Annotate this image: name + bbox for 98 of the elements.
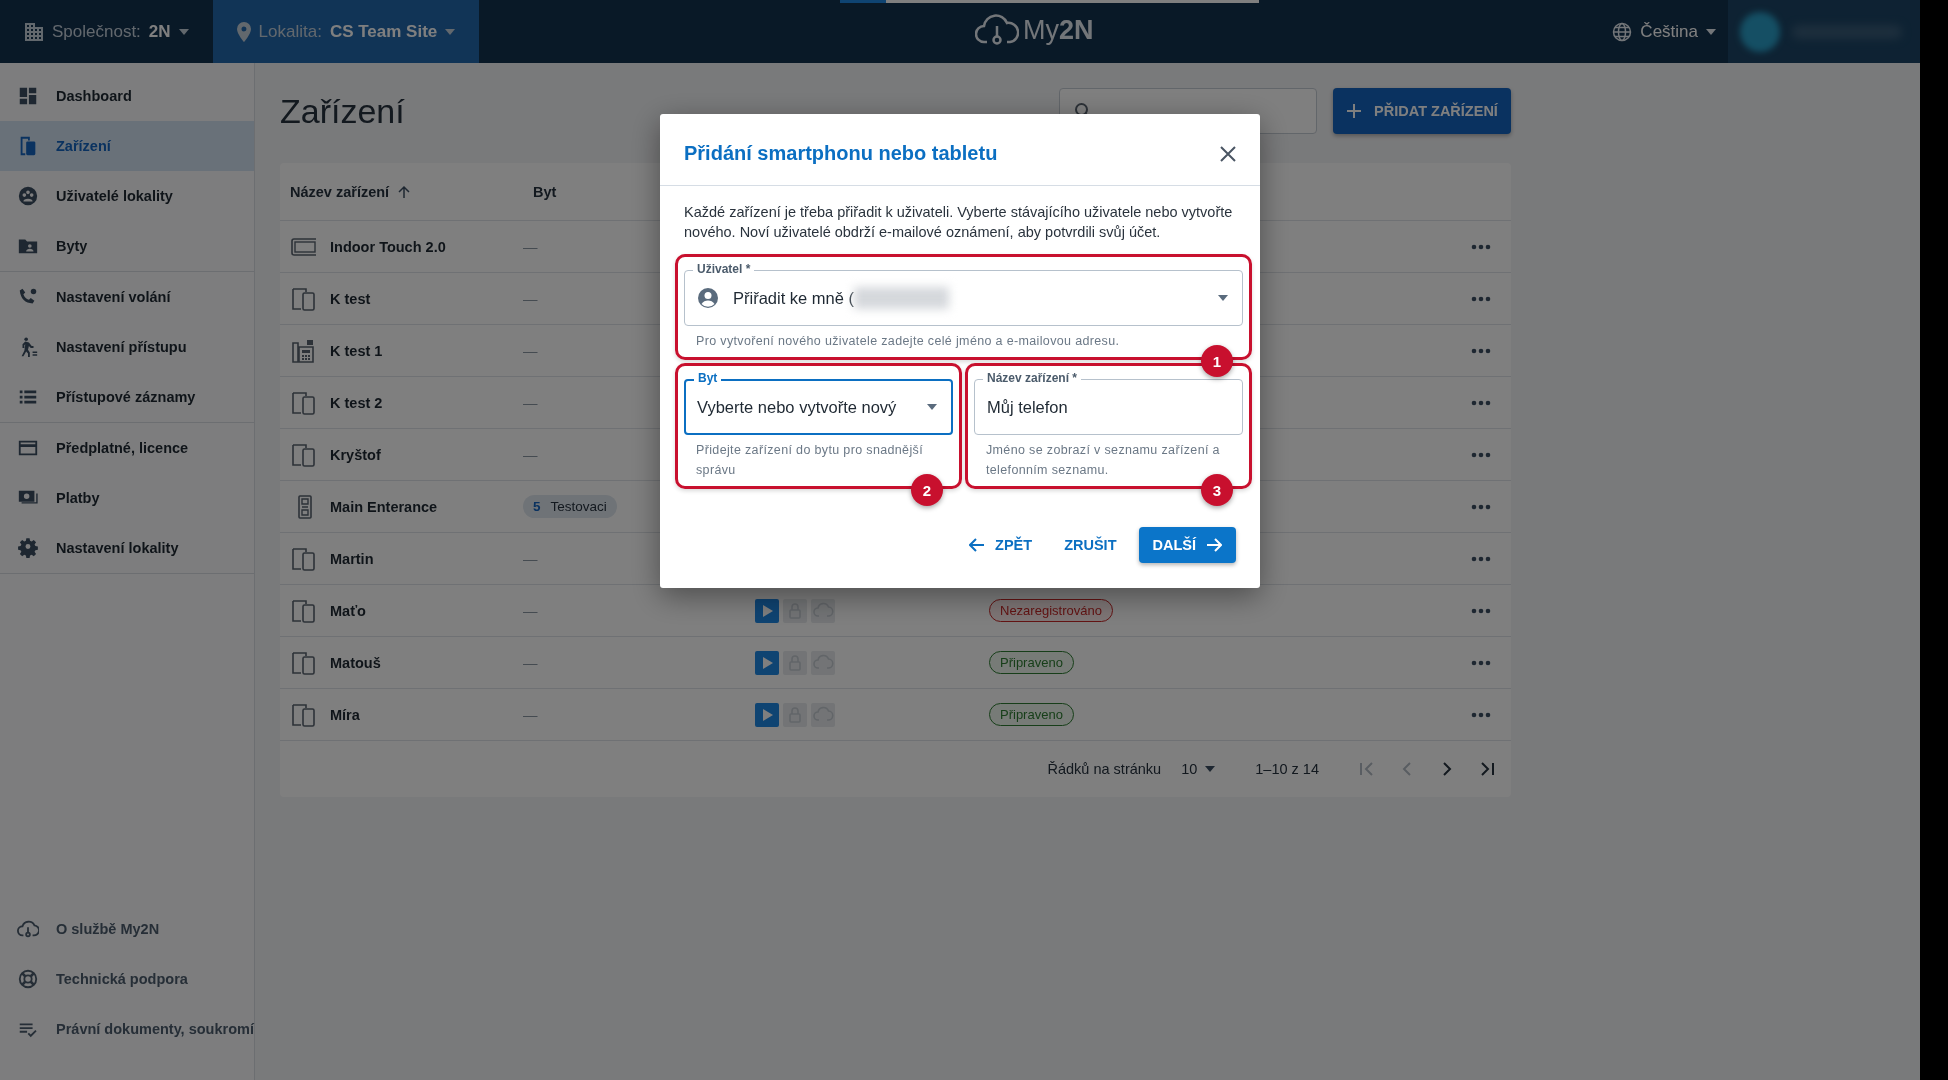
apartment-chip: 5 Testovaci — [523, 495, 617, 518]
table-cell: — — [523, 238, 538, 255]
more-options-icon[interactable] — [1471, 295, 1491, 302]
company-label: Společnost: — [52, 21, 141, 42]
sidebar-link[interactable]: O službě My2N — [0, 904, 254, 954]
device-name[interactable]: Maťo — [330, 602, 523, 619]
globe-icon — [1612, 21, 1633, 42]
more-options-icon[interactable] — [1471, 659, 1491, 666]
sidebar-item[interactable]: Nastavení lokality — [0, 523, 254, 573]
play-icon[interactable] — [755, 650, 779, 675]
table-cell: — — [523, 394, 538, 411]
column-header[interactable]: Název zařízení — [290, 183, 533, 200]
more-options-icon[interactable] — [1471, 243, 1491, 250]
location-label: Lokalita: — [258, 21, 322, 42]
intercom-icon — [290, 337, 316, 364]
table-cell: — — [523, 706, 538, 723]
add-device-button[interactable]: PŘIDAT ZAŘÍZENÍ — [1333, 88, 1511, 134]
sidebar-link[interactable]: Právní dokumenty, soukromí — [0, 1004, 254, 1054]
caret-icon — [1706, 28, 1716, 35]
plus-icon — [1346, 103, 1363, 119]
cancel-button[interactable]: ZRUŠIT — [1054, 527, 1127, 563]
sidebar-item[interactable]: Přístupové záznamy — [0, 372, 254, 422]
language-selector[interactable]: Čeština — [1640, 21, 1698, 42]
status-chip: Nezaregistrováno — [989, 599, 1113, 622]
rows-per-page-label: Řádků na stránku — [1047, 761, 1162, 777]
phone-tablet-icon — [290, 597, 316, 624]
more-options-icon[interactable] — [1471, 711, 1491, 718]
next-button[interactable]: DALŠÍ — [1138, 527, 1236, 563]
helper-text: Pro vytvoření nového uživatele zadejte celé jméno a e-mailovou adresu. — [695, 333, 1121, 350]
device-name[interactable]: Martin — [330, 550, 523, 567]
cloud-icon — [17, 918, 39, 940]
lifebuoy-icon — [17, 968, 39, 990]
sidebar-item[interactable]: Předplatné, licence — [0, 423, 254, 473]
close-icon[interactable] — [1220, 145, 1236, 162]
dialog-description: Každé zařízení je třeba přiřadit k uživateli. Vyberte stávajícího uživatele nebo vytvořte nového. Noví uživatelé obdrží e-mailové oznámení, aby potvrdili svůj účet. — [684, 203, 1234, 242]
device-name[interactable]: K test 2 — [330, 394, 523, 411]
sidebar-item[interactable]: Nastavení volání — [0, 272, 254, 322]
arrow-right-icon — [1206, 538, 1222, 552]
dialog-title: Přidání smartphonu nebo tabletu — [684, 142, 998, 165]
building-icon — [24, 21, 44, 42]
company-name[interactable]: 2N — [148, 21, 171, 42]
phone-tablet-icon — [290, 389, 316, 416]
settings-icon — [17, 537, 39, 559]
device-name[interactable]: Main Enterance — [330, 498, 523, 515]
status-chip: Připraveno — [989, 651, 1074, 674]
phone-tablet-icon — [290, 285, 316, 312]
location-name[interactable]: CS Team Site — [329, 21, 438, 42]
status-chip: Připraveno — [989, 703, 1074, 726]
play-icon[interactable] — [755, 598, 779, 623]
device-name[interactable]: K test 1 — [330, 342, 523, 359]
table-cell: — — [523, 602, 538, 619]
annotation-badge: 2 — [911, 474, 943, 506]
page-range: 1–10 z 14 — [1255, 761, 1319, 777]
sidebar-item[interactable]: Platby — [0, 473, 254, 523]
caret-icon — [1205, 766, 1216, 772]
caret-icon — [445, 28, 456, 35]
rows-per-page-select[interactable]: 10 — [1181, 761, 1216, 777]
table-cell: — — [523, 654, 538, 671]
device-name[interactable]: K test — [330, 290, 523, 307]
table-cell: — — [523, 342, 538, 359]
phone-tablet-icon — [290, 441, 316, 468]
table-cell: — — [523, 290, 538, 307]
play-icon[interactable] — [755, 702, 779, 727]
table-cell: — — [523, 446, 538, 463]
logo-text: My2N — [1023, 14, 1094, 46]
device-name[interactable]: Kryštof — [330, 446, 523, 463]
page-title: Zařízení — [280, 91, 406, 131]
user-avatar-icon — [697, 287, 719, 309]
more-options-icon[interactable] — [1471, 399, 1491, 406]
sidebar-item[interactable]: Byty — [0, 221, 254, 271]
table-cell: — — [523, 550, 538, 567]
device-name[interactable]: Míra — [330, 706, 523, 723]
more-options-icon[interactable] — [1471, 555, 1491, 562]
more-options-icon[interactable] — [1471, 451, 1491, 458]
caret-icon — [178, 28, 189, 35]
phone-tablet-icon — [290, 701, 316, 728]
more-options-icon[interactable] — [1471, 347, 1491, 354]
device-name[interactable]: Matouš — [330, 654, 523, 671]
sidebar-item[interactable]: Dashboard — [0, 71, 254, 121]
more-options-icon[interactable] — [1471, 607, 1491, 614]
arrow-left-icon — [969, 538, 986, 552]
back-button[interactable]: ZPĚT — [959, 527, 1043, 563]
sidebar-item[interactable]: Uživatelé lokality — [0, 171, 254, 221]
phone-tablet-icon — [290, 649, 316, 676]
annotation-badge: 1 — [1201, 345, 1233, 377]
sort-up-arrow-icon — [397, 184, 412, 199]
sidebar-item[interactable]: Nastavení přístupu — [0, 322, 254, 372]
more-options-icon[interactable] — [1471, 503, 1491, 510]
dashboard-icon — [17, 85, 39, 107]
dropdown-caret-icon — [927, 404, 937, 410]
sidebar-item[interactable]: Zařízení — [0, 121, 254, 171]
dropdown-caret-icon — [1218, 295, 1228, 301]
annotation-badge: 3 — [1201, 474, 1233, 506]
sidebar-link[interactable]: Technická podpora — [0, 954, 254, 1004]
phone-tablet-icon — [290, 545, 316, 572]
location-pin-icon — [236, 21, 251, 42]
cloud-logo-icon — [975, 12, 1019, 48]
device-name[interactable]: Indoor Touch 2.0 — [330, 238, 523, 255]
